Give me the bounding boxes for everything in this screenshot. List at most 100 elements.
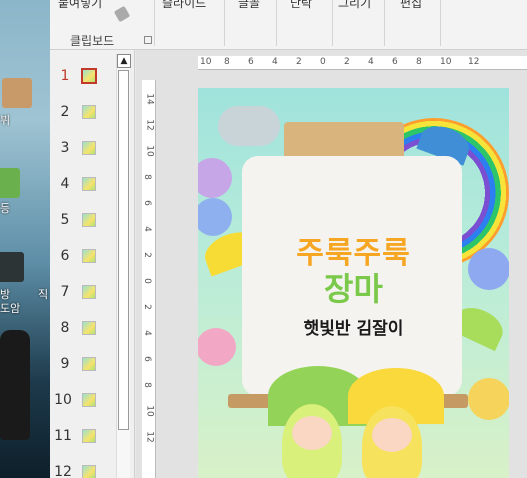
desktop-icon-folder[interactable] xyxy=(0,252,24,282)
app-window: 뷔 등 방 도암 직 붙여넣기 클립보드 슬라이드 글꼴 단락 그리기 편집 1… xyxy=(0,0,527,478)
slide-thumbnail-image xyxy=(82,105,96,119)
slide-number: 9 xyxy=(60,356,70,372)
vertical-ruler: 14 12 10 8 6 4 2 0 2 4 6 8 10 12 xyxy=(142,80,156,478)
ruler-tick-label: 2 xyxy=(296,57,302,67)
hydrangea-illustration xyxy=(468,378,509,420)
desktop-icon-app[interactable] xyxy=(0,168,20,198)
face-illustration xyxy=(372,418,412,452)
slide-number: 12 xyxy=(54,464,72,478)
ruler-tick-label: 12 xyxy=(468,57,480,67)
ribbon-separator xyxy=(332,0,333,46)
slide-number: 11 xyxy=(54,428,72,444)
slide-thumbnail-image xyxy=(82,213,96,227)
slide-number: 3 xyxy=(60,140,70,156)
ruler-tick-label: 6 xyxy=(142,200,152,206)
slide[interactable]: 주룩주룩 장마 햇빛반 김잘이 xyxy=(198,88,509,478)
slide-thumbnail-image xyxy=(82,429,96,443)
horizontal-ruler: 10 8 6 4 2 0 2 4 6 8 10 12 xyxy=(198,56,527,70)
ruler-tick-label: 6 xyxy=(142,356,152,362)
ruler-tick-label: 8 xyxy=(416,57,422,67)
slide-number: 5 xyxy=(60,212,70,228)
slide-subtitle[interactable]: 햇빛반 김잘이 xyxy=(198,314,509,339)
desktop-icon-photo[interactable] xyxy=(2,78,32,108)
slide-thumbnail[interactable]: 11 xyxy=(50,426,120,446)
slide-thumbnail[interactable]: 12 xyxy=(50,462,120,478)
ruler-tick-label: 2 xyxy=(344,57,350,67)
ruler-tick-label: 10 xyxy=(200,57,212,67)
slide-thumbnail-image xyxy=(82,141,96,155)
ribbon-separator xyxy=(384,0,385,46)
clipboard-group-label: 클립보드 xyxy=(70,34,115,48)
slide-thumbnail-image xyxy=(81,68,97,84)
slide-thumbnail-image xyxy=(82,465,96,478)
slide-thumbnail-image xyxy=(82,357,96,371)
slide-thumbnail-image xyxy=(82,249,96,263)
ruler-tick-label: 12 xyxy=(144,119,155,131)
slide-title-line2[interactable]: 장마 xyxy=(198,264,509,310)
ruler-tick-label: 10 xyxy=(144,405,155,417)
scroll-up-arrow-icon[interactable]: ▲ xyxy=(117,54,131,68)
slide-thumbnail[interactable]: 4 xyxy=(50,174,120,194)
ruler-tick-label: 8 xyxy=(142,382,152,388)
ruler-tick-label: 0 xyxy=(142,278,152,284)
slide-number: 8 xyxy=(60,320,70,336)
slide-thumbnail-image xyxy=(82,177,96,191)
clipboard-launcher-icon[interactable] xyxy=(144,36,152,44)
ruler-tick-label: 2 xyxy=(142,304,152,310)
ruler-tick-label: 4 xyxy=(142,226,152,232)
ruler-tick-label: 8 xyxy=(224,57,230,67)
ruler-tick-label: 4 xyxy=(272,57,278,67)
slide-thumbnail-pane: 1 2 3 4 5 6 7 8 9 10 11 12 ▲ xyxy=(50,50,135,478)
ribbon-separator xyxy=(224,0,225,46)
slide-number: 2 xyxy=(60,104,70,120)
ribbon-separator xyxy=(440,0,441,46)
slide-thumbnail[interactable]: 2 xyxy=(50,102,120,122)
format-painter-icon[interactable] xyxy=(113,5,131,23)
slide-number: 4 xyxy=(60,176,70,192)
slide-number: 1 xyxy=(60,68,70,84)
ruler-tick-label: 6 xyxy=(248,57,254,67)
desktop-label: 도암 xyxy=(0,302,21,315)
paste-button[interactable]: 붙여넣기 xyxy=(58,0,102,11)
slide-number: 6 xyxy=(60,248,70,264)
font-group-button[interactable]: 글꼴 xyxy=(238,0,260,11)
thumbnail-scrollbar[interactable]: ▲ xyxy=(116,54,131,478)
slide-thumbnail[interactable]: 10 xyxy=(50,390,120,410)
ribbon: 붙여넣기 클립보드 슬라이드 글꼴 단락 그리기 편집 xyxy=(50,0,527,50)
slide-thumbnail-image xyxy=(82,321,96,335)
ruler-tick-label: 8 xyxy=(142,174,152,180)
ruler-tick-label: 10 xyxy=(440,57,452,67)
slide-thumbnail[interactable]: 5 xyxy=(50,210,120,230)
ruler-tick-label: 4 xyxy=(142,330,152,336)
scroll-thumb[interactable] xyxy=(118,70,129,430)
slide-thumbnail[interactable]: 8 xyxy=(50,318,120,338)
wallpaper-person xyxy=(0,330,30,440)
slide-number: 10 xyxy=(54,392,72,408)
ruler-tick-label: 4 xyxy=(368,57,374,67)
desktop-label: 뷔 xyxy=(0,114,11,127)
desktop-label: 등 xyxy=(0,202,11,215)
editing-group-button[interactable]: 편집 xyxy=(400,0,422,11)
ruler-tick-label: 12 xyxy=(144,431,155,443)
ribbon-separator xyxy=(276,0,277,46)
drawing-group-button[interactable]: 그리기 xyxy=(338,0,371,11)
ruler-tick-label: 14 xyxy=(144,93,155,105)
hydrangea-illustration xyxy=(198,158,232,198)
slide-thumbnail-image xyxy=(82,393,96,407)
ruler-tick-label: 2 xyxy=(142,252,152,258)
desktop-label: 직 xyxy=(38,288,49,301)
face-illustration xyxy=(292,416,332,450)
cloud-illustration xyxy=(218,106,280,146)
slide-thumbnail[interactable]: 7 xyxy=(50,282,120,302)
paragraph-group-button[interactable]: 단락 xyxy=(290,0,312,11)
slide-thumbnail[interactable]: 9 xyxy=(50,354,120,374)
slide-thumbnail-image xyxy=(82,285,96,299)
slide-thumbnail[interactable]: 3 xyxy=(50,138,120,158)
slide-thumbnail[interactable]: 1 xyxy=(50,66,120,86)
desktop-background: 뷔 등 방 도암 직 xyxy=(0,0,50,478)
slides-group-button[interactable]: 슬라이드 xyxy=(162,0,206,11)
slide-editing-canvas[interactable]: 10 8 6 4 2 0 2 4 6 8 10 12 14 12 10 8 6 … xyxy=(136,50,527,478)
ruler-tick-label: 10 xyxy=(144,145,155,157)
ruler-tick-label: 0 xyxy=(320,57,326,67)
slide-thumbnail[interactable]: 6 xyxy=(50,246,120,266)
